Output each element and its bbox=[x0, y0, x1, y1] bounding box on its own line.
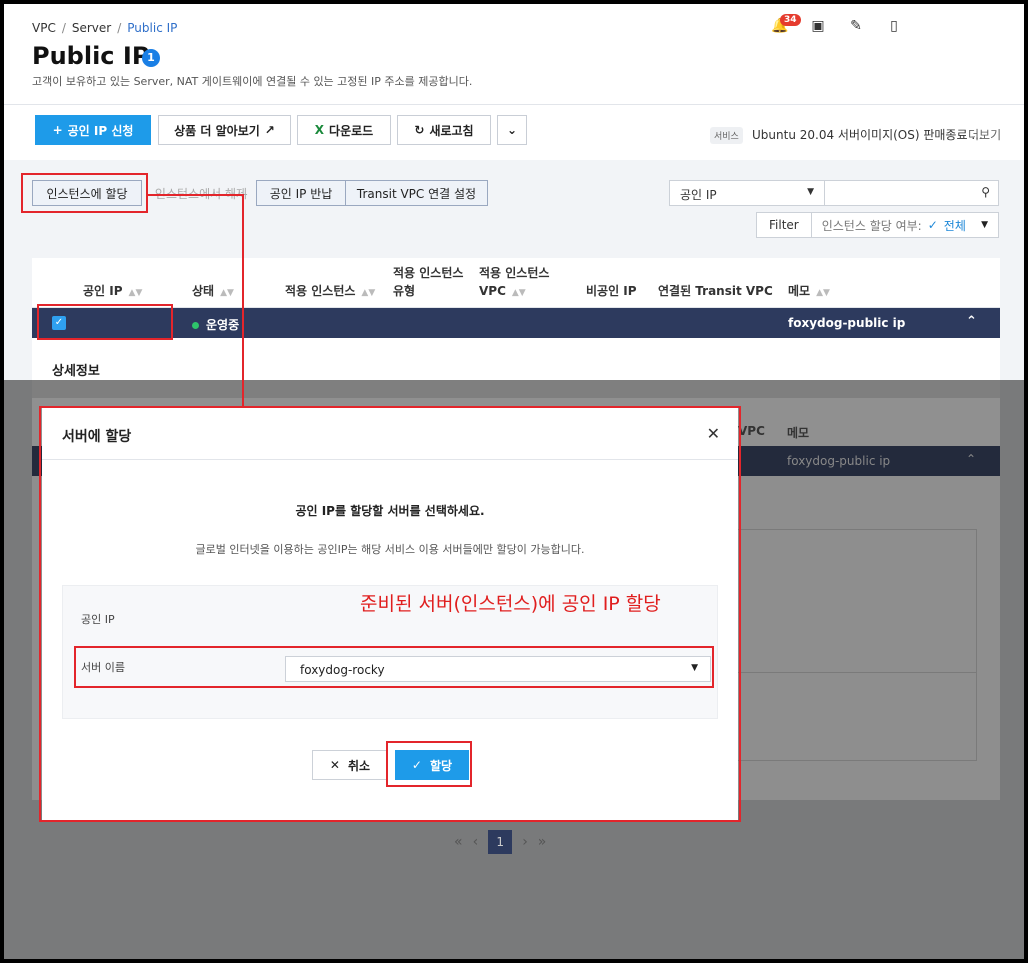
apply-label: 공인 IP 신청 bbox=[67, 123, 134, 138]
row-status-label: 운영중 bbox=[206, 318, 240, 332]
refresh-icon: ↻ bbox=[414, 123, 425, 137]
dimmed-row-memo: foxydog-public ip bbox=[787, 454, 891, 468]
dimmed-detail-box bbox=[729, 529, 977, 761]
download-button[interactable]: X 다운로드 bbox=[297, 115, 391, 145]
filter-name: 인스턴스 할당 여부: bbox=[821, 218, 922, 233]
filter-value: 전체 bbox=[943, 218, 966, 233]
breadcrumb-public-ip: Public IP bbox=[127, 21, 178, 35]
row-status: 운영중 bbox=[192, 316, 239, 333]
header: VPC / Server / Public IP Public IP 1 고객이… bbox=[4, 4, 1024, 104]
col-memo[interactable]: 메모 ▲▼ bbox=[788, 282, 830, 302]
first-page-icon[interactable]: « bbox=[454, 834, 463, 850]
sort-icon: ▲▼ bbox=[816, 288, 830, 298]
search-input[interactable]: ⚲ bbox=[824, 180, 999, 206]
sort-icon: ▲▼ bbox=[220, 288, 234, 298]
sort-icon: ▲▼ bbox=[361, 288, 376, 298]
caret-down-icon: ▼ bbox=[981, 220, 988, 230]
chevron-up-icon[interactable]: ⌃ bbox=[966, 314, 977, 329]
col-instance-vpc[interactable]: 적용 인스턴스 VPC ▲▼ bbox=[479, 264, 549, 302]
annotation-connector bbox=[242, 194, 244, 406]
col-private-ip[interactable]: 비공인 IP bbox=[586, 282, 637, 300]
col-public-ip[interactable]: 공인 IP ▲▼ bbox=[83, 282, 142, 302]
col-instance-label: 적용 인스턴스 bbox=[285, 284, 356, 298]
refresh-button[interactable]: ↻ 새로고침 bbox=[397, 115, 491, 145]
page-subtitle: 고객이 보유하고 있는 Server, NAT 게이트웨이에 연결될 수 있는 … bbox=[32, 75, 473, 88]
more-link[interactable]: 더보기 bbox=[968, 126, 1001, 143]
dimmed-col-memo: 메모 bbox=[787, 426, 810, 440]
col-status[interactable]: 상태 ▲▼ bbox=[192, 282, 234, 302]
col-instance[interactable]: 적용 인스턴스 ▲▼ bbox=[285, 282, 375, 302]
filter-label[interactable]: Filter bbox=[757, 213, 812, 237]
check-icon: ✓ bbox=[927, 218, 938, 232]
page-title: Public IP bbox=[32, 42, 150, 70]
more-options-button[interactable]: ⌄ bbox=[497, 115, 527, 145]
download-label: 다운로드 bbox=[329, 123, 374, 138]
chevron-up-icon: ⌃ bbox=[966, 452, 977, 466]
breadcrumb-vpc[interactable]: VPC bbox=[32, 21, 56, 35]
dimmed-col-vpc: VPC bbox=[738, 424, 765, 438]
col-instance-vpc-label: 적용 인스턴스 bbox=[479, 266, 550, 280]
plus-icon: + bbox=[52, 123, 63, 137]
sort-icon: ▲▼ bbox=[128, 288, 143, 298]
info-badge[interactable]: 1 bbox=[142, 49, 160, 67]
apply-public-ip-button[interactable]: + 공인 IP 신청 bbox=[35, 115, 151, 145]
page: VPC / Server / Public IP Public IP 1 고객이… bbox=[4, 4, 1024, 959]
col-instance-vpc-label-2: VPC bbox=[479, 284, 506, 298]
unassign-instance-button: 인스턴스에서 해제 bbox=[146, 180, 256, 206]
col-instance-type[interactable]: 적용 인스턴스유형 bbox=[393, 264, 463, 300]
highlight-assign-confirm bbox=[386, 741, 472, 787]
breadcrumb-server[interactable]: Server bbox=[72, 21, 111, 35]
row-memo: foxydog-public ip bbox=[788, 316, 906, 330]
pagination: « ‹ 1 › » bbox=[454, 830, 546, 854]
caret-down-icon: ▼ bbox=[807, 187, 814, 197]
service-notice[interactable]: Ubuntu 20.04 서버이미지(OS) 판매종료 ... bbox=[752, 126, 983, 143]
search-field-select[interactable]: 공인 IP ▼ bbox=[669, 180, 825, 206]
table-row[interactable]: ✓ 운영중 foxydog-public ip ⌃ bbox=[32, 308, 1000, 338]
search-icon[interactable]: ⚲ bbox=[981, 185, 990, 199]
highlight-server-select bbox=[74, 646, 714, 688]
status-dot bbox=[192, 322, 199, 329]
breadcrumb: VPC / Server / Public IP bbox=[32, 21, 177, 35]
breadcrumb-separator: / bbox=[61, 21, 66, 35]
col-status-label: 상태 bbox=[192, 284, 215, 298]
toolbar: + 공인 IP 신청 상품 더 알아보기 ↗ X 다운로드 ↻ 새로고침 ⌄ 서비스 U… bbox=[4, 105, 1024, 160]
chat-icon[interactable]: ▣ bbox=[808, 18, 828, 38]
highlight-assign-button bbox=[21, 173, 148, 213]
col-instance-type-label: 적용 인스턴스 bbox=[393, 266, 464, 280]
highlight-row-checkbox bbox=[37, 304, 173, 340]
page-number[interactable]: 1 bbox=[488, 830, 513, 854]
col-instance-type-label-2: 유형 bbox=[393, 284, 416, 298]
external-link-icon: ↗ bbox=[264, 123, 275, 137]
detail-title: 상세정보 bbox=[52, 364, 100, 379]
service-tag: 서비스 bbox=[710, 127, 743, 144]
transit-vpc-button[interactable]: Transit VPC 연결 설정 bbox=[345, 180, 488, 206]
excel-icon: X bbox=[314, 123, 325, 137]
col-transit-vpc[interactable]: 연결된 Transit VPC bbox=[658, 282, 773, 300]
learn-more-button[interactable]: 상품 더 알아보기 ↗ bbox=[158, 115, 291, 145]
edit-note-icon[interactable]: ✎ bbox=[846, 18, 866, 38]
sort-icon: ▲▼ bbox=[511, 288, 526, 298]
next-page-icon[interactable]: › bbox=[522, 834, 528, 850]
col-memo-label: 메모 bbox=[788, 284, 811, 298]
last-page-icon[interactable]: » bbox=[538, 834, 547, 850]
dimmed-detail-divider bbox=[729, 672, 977, 673]
learn-more-label: 상품 더 알아보기 bbox=[174, 123, 260, 138]
return-ip-button[interactable]: 공인 IP 반납 bbox=[256, 180, 346, 206]
col-public-ip-label: 공인 IP bbox=[83, 284, 123, 298]
notification-badge: 34 bbox=[780, 14, 801, 26]
breadcrumb-separator: / bbox=[117, 21, 122, 35]
table-header: 공인 IP ▲▼ 상태 ▲▼ 적용 인스턴스 ▲▼ 적용 인스턴스 유형 적용 인스턴스… bbox=[32, 258, 1000, 308]
prev-page-icon[interactable]: ‹ bbox=[473, 834, 479, 850]
chevron-down-icon: ⌄ bbox=[506, 123, 518, 137]
book-icon[interactable]: ▯ bbox=[884, 18, 904, 38]
annotation-connector bbox=[148, 194, 244, 196]
filter-bar[interactable]: Filter 인스턴스 할당 여부: ✓ 전체 ▼ bbox=[756, 212, 999, 238]
refresh-label: 새로고침 bbox=[429, 123, 474, 138]
search-field-value: 공인 IP bbox=[680, 188, 717, 202]
